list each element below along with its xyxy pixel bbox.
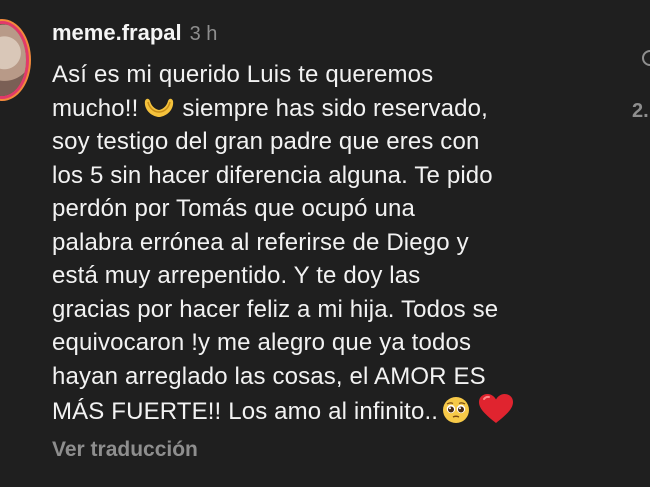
red-heart-emoji-icon <box>479 394 514 423</box>
comment-line: perdón por Tomás que ocupó una <box>52 195 415 222</box>
comment-line: equivocaron !y me alegro que ya todos <box>52 329 472 356</box>
comment-line: está muy arrepentido. Y te doy las <box>52 262 421 289</box>
comment-line: palabra errónea al referirse de Diego y <box>52 228 469 256</box>
username-link[interactable]: meme.frapal <box>52 20 182 46</box>
comment-line: los 5 sin hacer diferencia alguna. Te pi… <box>52 161 493 189</box>
comment-header: meme.frapal 3 h <box>52 20 217 48</box>
comment-line: hayan arreglado las cosas, el AMOR ES <box>52 362 486 390</box>
comment-line: mucho!! siempre has sido reservado, <box>52 92 592 126</box>
comment-text-segment: siempre has sido reservado, <box>182 94 488 122</box>
like-heart-icon[interactable] <box>642 50 650 66</box>
comment-line: soy testigo del gran padre que eres con <box>52 128 480 155</box>
pleading-face-emoji-icon <box>443 397 470 423</box>
like-count: 2. <box>632 100 649 122</box>
comment-text-segment: mucho!! <box>52 94 139 122</box>
comment-line: gracias por hacer feliz a mi hija. Todos… <box>52 295 499 323</box>
heart-hands-emoji-icon <box>145 98 174 117</box>
see-translation-button[interactable]: Ver traducción <box>52 438 198 462</box>
comment-text-segment: MÁS FUERTE!! Los amo al infinito.. <box>52 398 439 425</box>
comment-timestamp: 3 h <box>189 23 218 45</box>
comment-text: Así es mi querido Luis te queremos mucho… <box>52 58 592 429</box>
comment-line: Así es mi querido Luis te queremos <box>52 61 434 88</box>
comment-line: MÁS FUERTE!! Los amo al infinito.. <box>52 393 592 429</box>
avatar[interactable] <box>0 24 26 96</box>
